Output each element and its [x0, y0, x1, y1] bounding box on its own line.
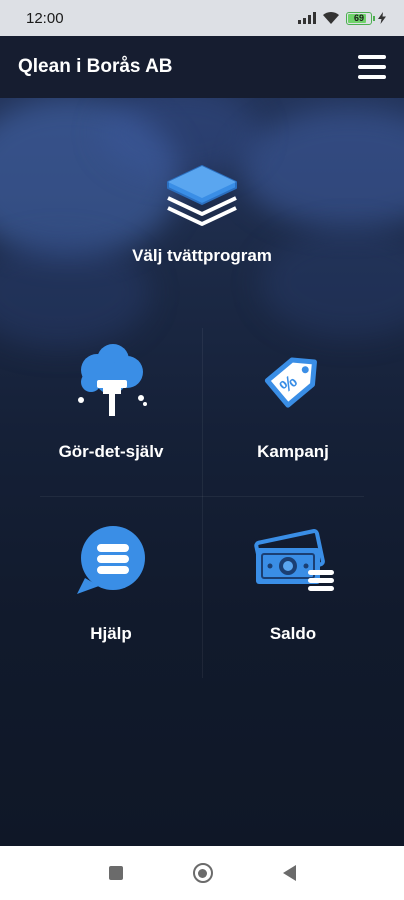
discount-tag-icon: % — [264, 357, 317, 408]
battery-level: 69 — [353, 13, 364, 23]
app-header: Qlean i Borås AB — [0, 36, 404, 98]
wash-program-button[interactable]: Välj tvättprogram — [102, 160, 302, 266]
foam-brush-icon — [78, 344, 147, 416]
balance-tile[interactable]: Saldo — [202, 522, 384, 644]
hamburger-menu-icon[interactable] — [358, 55, 386, 79]
campaign-label: Kampanj — [257, 442, 329, 461]
wifi-icon — [323, 11, 339, 24]
banknotes-icon — [254, 529, 334, 591]
chat-bubble-icon — [77, 526, 145, 594]
grid-divider — [40, 496, 364, 497]
app-title: Qlean i Borås AB — [18, 56, 173, 77]
self-service-tile[interactable]: Gör-det-själv — [20, 340, 202, 462]
signal-icon — [298, 12, 316, 24]
recent-apps-icon[interactable] — [108, 866, 123, 880]
system-nav-bar — [0, 846, 404, 900]
battery-icon: 69 — [346, 11, 375, 25]
status-icons: 69 — [298, 11, 386, 25]
wash-program-label: Välj tvättprogram — [132, 246, 272, 265]
status-time: 12:00 — [26, 9, 64, 27]
help-tile[interactable]: Hjälp — [20, 522, 202, 644]
status-bar: 12:00 69 — [0, 0, 404, 36]
campaign-tile[interactable]: % Kampanj — [202, 340, 384, 462]
main-area: Välj tvättprogram Gör-det-själv % Kampan… — [0, 98, 404, 846]
balance-label: Saldo — [269, 624, 317, 643]
home-icon[interactable] — [192, 863, 213, 883]
self-service-label: Gör-det-själv — [58, 442, 164, 461]
charging-icon — [378, 12, 386, 24]
help-label: Hjälp — [90, 624, 132, 643]
layers-stack-icon — [167, 165, 237, 226]
back-icon[interactable] — [282, 865, 296, 881]
